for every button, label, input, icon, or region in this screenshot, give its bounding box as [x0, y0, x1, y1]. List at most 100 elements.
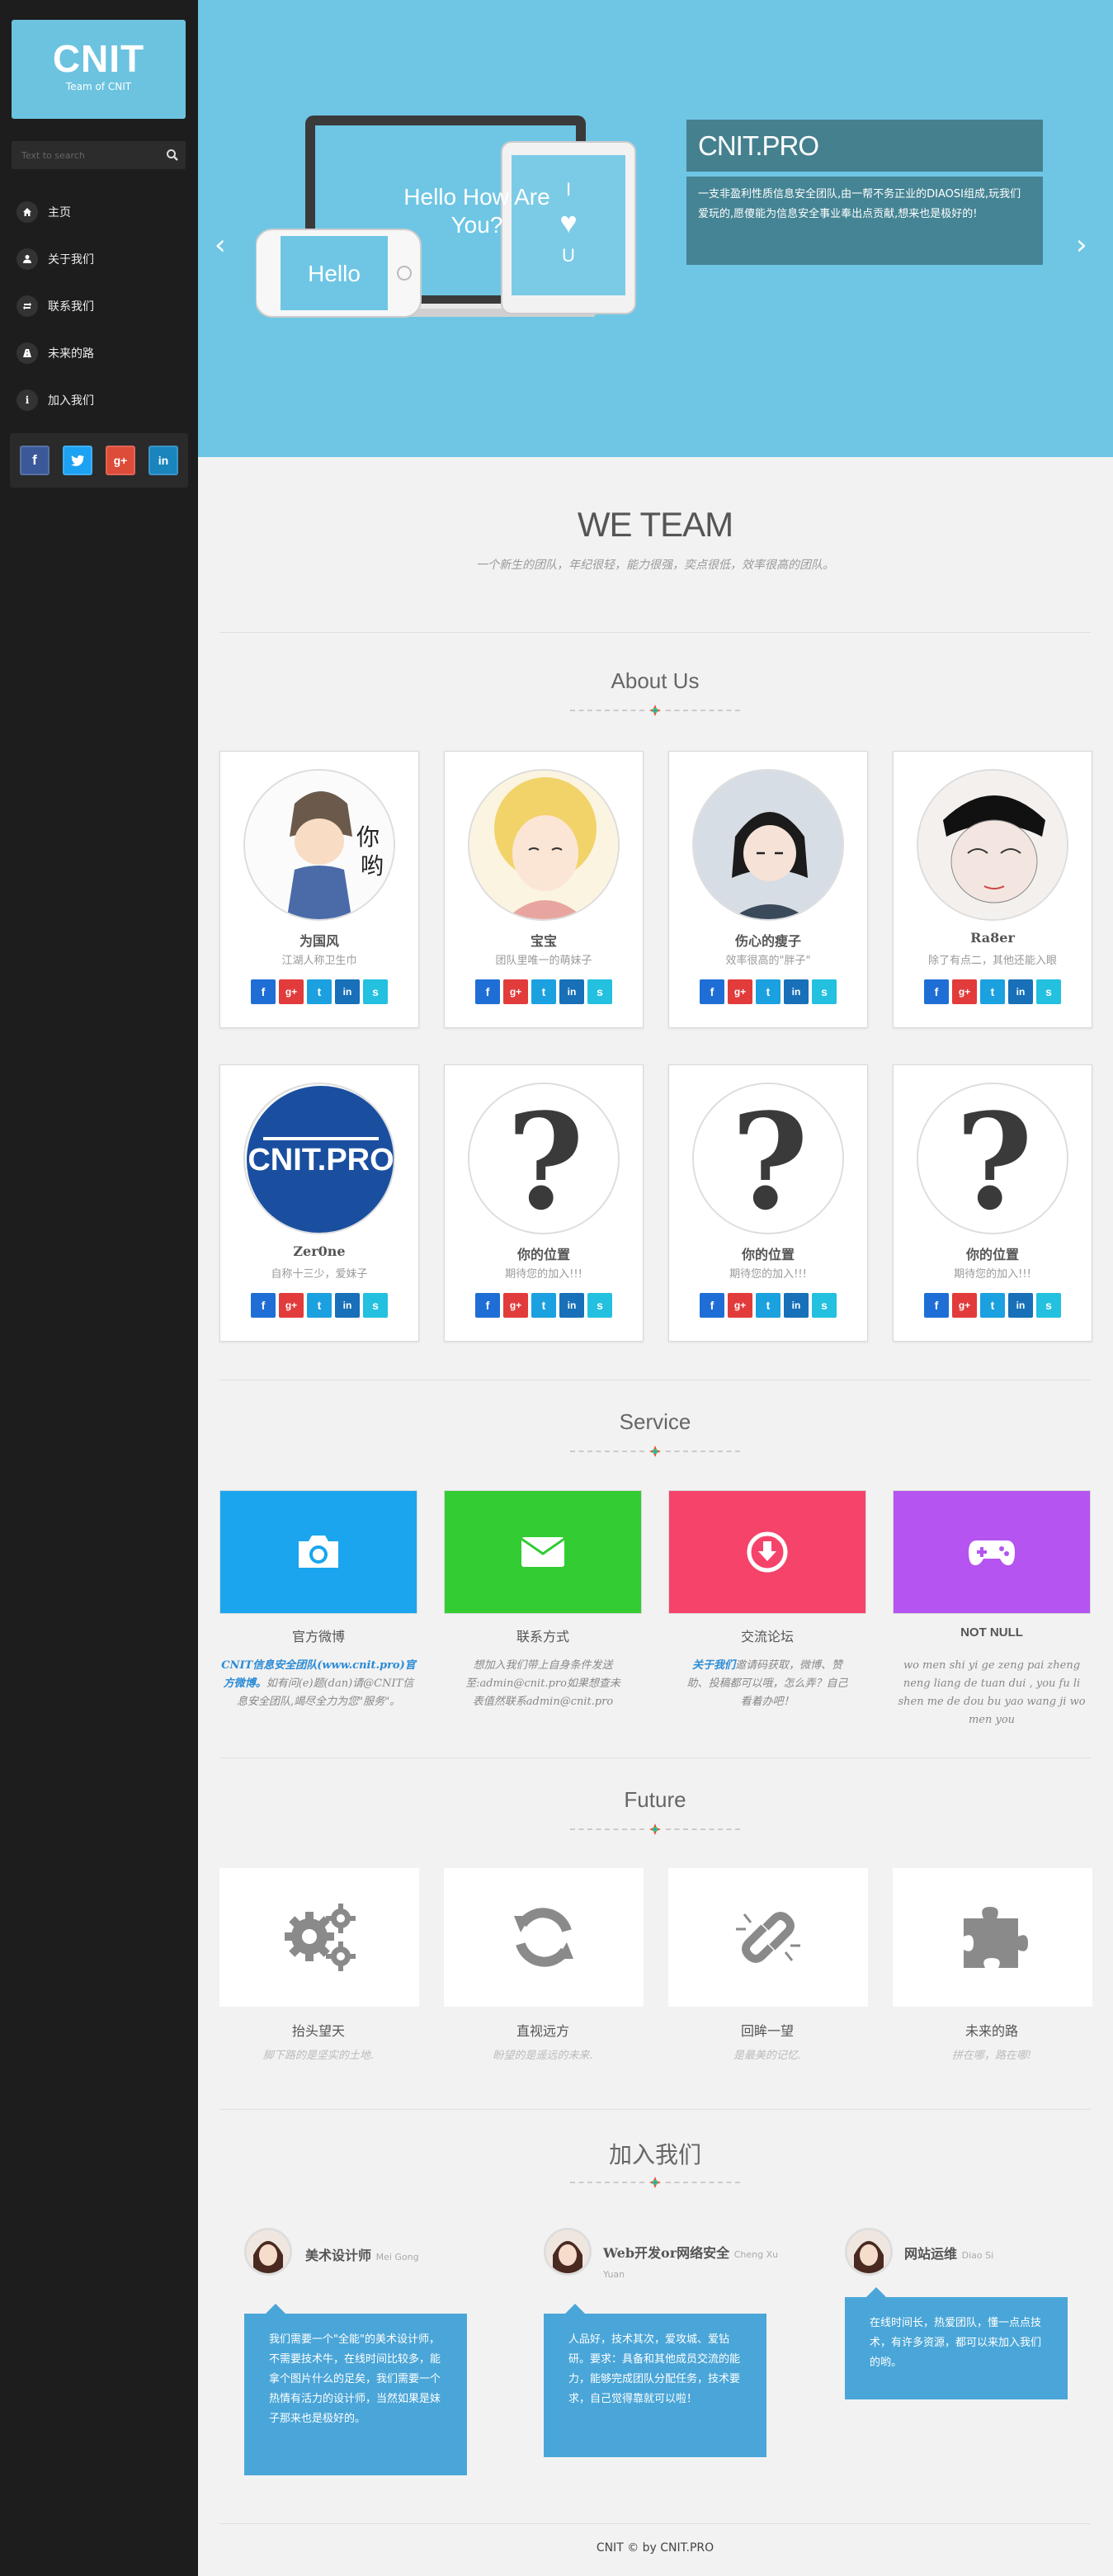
search-icon[interactable] — [166, 149, 179, 162]
nav-item-about[interactable]: 关于我们 — [0, 235, 198, 282]
avatar — [845, 2228, 893, 2276]
google-plus-icon[interactable]: g+ — [728, 979, 752, 1004]
google-plus-icon[interactable]: g+ — [728, 1293, 752, 1318]
linkedin-icon[interactable]: in — [335, 979, 360, 1004]
service-tile-notnull[interactable] — [893, 1490, 1091, 1614]
join-header: 加入我们 — [219, 2137, 1091, 2188]
service-tile-weibo[interactable] — [219, 1490, 417, 1614]
team-card: Ra8er 除了有点二，其他还能入眼 f g+ t in s — [893, 751, 1092, 1028]
section-ornament — [219, 705, 1091, 716]
skype-icon[interactable]: s — [812, 979, 837, 1004]
facebook-icon[interactable]: f — [20, 446, 50, 475]
twitter-icon[interactable]: t — [531, 979, 556, 1004]
google-plus-icon[interactable]: g+ — [503, 1293, 528, 1318]
linkedin-icon[interactable]: in — [559, 1293, 584, 1318]
nav-item-home[interactable]: 主页 — [0, 188, 198, 235]
question-mark-avatar: ? — [468, 1083, 620, 1234]
search-input[interactable] — [12, 141, 160, 169]
service-text-link[interactable]: 关于我们 — [692, 1659, 735, 1672]
skype-icon[interactable]: s — [812, 1293, 837, 1318]
future-sub-3: 是最美的记忆. — [733, 2050, 802, 2062]
twitter-icon[interactable] — [63, 446, 92, 475]
service-tile-contact[interactable] — [444, 1490, 642, 1614]
heart-icon: ♥ — [559, 205, 578, 239]
linkedin-icon[interactable]: in — [149, 446, 178, 475]
home-icon — [17, 201, 38, 223]
skype-icon[interactable]: s — [1036, 979, 1061, 1004]
logo[interactable]: CNIT Team of CNIT — [12, 20, 186, 119]
join-description: 我们需要一个"全能"的美术设计师，不需要技术牛，在线时间比较多，能拿个图片什么的… — [244, 2304, 467, 2475]
facebook-icon[interactable]: f — [475, 1293, 500, 1318]
linkedin-icon[interactable]: in — [335, 1293, 360, 1318]
skype-icon[interactable]: s — [587, 979, 612, 1004]
svg-text:哟: 哟 — [361, 852, 384, 880]
google-plus-icon[interactable]: g+ — [952, 1293, 977, 1318]
future-sub-1: 脚下路的是坚实的土地. — [262, 2050, 375, 2062]
member-social: f g+ t in s — [220, 1293, 418, 1318]
linkedin-icon[interactable]: in — [1008, 979, 1033, 1004]
google-plus-icon[interactable]: g+ — [952, 979, 977, 1004]
nav-item-future[interactable]: 未来的路 — [0, 329, 198, 376]
twitter-icon[interactable]: t — [756, 979, 781, 1004]
member-desc: 江湖人称卫生巾 — [281, 955, 357, 967]
twitter-icon[interactable]: t — [307, 1293, 332, 1318]
google-plus-icon[interactable]: g+ — [503, 979, 528, 1004]
service-text-forum: 关于我们邀请码获取，微博、赞助、投稿都可以哦，怎么弄？自己看着办吧！ — [668, 1657, 866, 1711]
sidebar-social: f g+ in — [10, 433, 188, 488]
svg-text:?: ? — [731, 1084, 809, 1234]
join-role: 网站运维 Diao Si — [904, 2243, 993, 2262]
google-plus-icon[interactable]: g+ — [106, 446, 135, 475]
nav-label: 未来的路 — [48, 347, 94, 361]
about-title: About Us — [611, 668, 700, 693]
facebook-icon[interactable]: f — [251, 1293, 276, 1318]
join-role-label: 网站运维 — [904, 2246, 958, 2262]
future-sub-4: 拼在哪，路在哪! — [951, 2050, 1032, 2062]
svg-text:CNIT.PRO: CNIT.PRO — [248, 1143, 394, 1177]
google-plus-icon[interactable]: g+ — [279, 979, 304, 1004]
slider-prev-arrow[interactable]: ‹ — [215, 231, 226, 259]
nav-label: 加入我们 — [48, 394, 94, 408]
facebook-icon[interactable]: f — [475, 979, 500, 1004]
future-sub-2: 盼望的是遥远的未来. — [493, 2050, 593, 2062]
tablet-screen-text: I ♥ U — [512, 173, 625, 272]
twitter-icon[interactable]: t — [307, 979, 332, 1004]
facebook-icon[interactable]: f — [924, 979, 949, 1004]
nav-item-contact[interactable]: 联系我们 — [0, 282, 198, 329]
twitter-icon[interactable]: t — [756, 1293, 781, 1318]
skype-icon[interactable]: s — [363, 979, 388, 1004]
twitter-icon[interactable]: t — [531, 1293, 556, 1318]
facebook-icon[interactable]: f — [924, 1293, 949, 1318]
hero-text: 一支非盈利性质信息安全团队,由一帮不务正业的DIAOSI组成,玩我们爱玩的,愿傻… — [686, 177, 1043, 265]
service-title-contact: 联系方式 — [516, 1629, 569, 1644]
twitter-icon[interactable]: t — [980, 979, 1005, 1004]
download-icon — [747, 1531, 788, 1573]
we-team-header: WE TEAM 一个新生的团队，年纪很轻，能力很强，奕点很低，效率很高的团队。 — [219, 505, 1091, 573]
skype-icon[interactable]: s — [587, 1293, 612, 1318]
linkedin-icon[interactable]: in — [784, 1293, 809, 1318]
future-header: Future — [219, 1787, 1091, 1837]
linkedin-icon[interactable]: in — [1008, 1293, 1033, 1318]
we-team-title: WE TEAM — [577, 505, 733, 544]
logo-subtitle: Team of CNIT — [65, 81, 132, 92]
user-icon — [17, 248, 38, 270]
skype-icon[interactable]: s — [363, 1293, 388, 1318]
facebook-icon[interactable]: f — [251, 979, 276, 1004]
cartoon-boy-avatar — [692, 769, 844, 921]
twitter-icon[interactable]: t — [980, 1293, 1005, 1318]
skype-icon[interactable]: s — [1036, 1293, 1061, 1318]
member-desc: 团队里唯一的萌妹子 — [495, 955, 592, 967]
join-item: Web开发or网络安全 Cheng Xu Yuan 人品好，技术其次，爱攻城、爱… — [544, 2228, 791, 2467]
service-tile-forum[interactable] — [668, 1490, 866, 1614]
nav-item-join[interactable]: i 加入我们 — [0, 376, 198, 423]
slider-next-arrow[interactable]: › — [1076, 231, 1087, 259]
tablet-line-i: I — [565, 179, 572, 200]
about-header: About Us — [219, 668, 1091, 718]
facebook-icon[interactable]: f — [700, 979, 724, 1004]
facebook-icon[interactable]: f — [700, 1293, 724, 1318]
linkedin-icon[interactable]: in — [784, 979, 809, 1004]
cnit-logo-avatar: CNIT.PRO — [243, 1083, 395, 1234]
join-role-label: 美术设计师 — [305, 2248, 372, 2263]
join-title: 加入我们 — [608, 2141, 701, 2168]
google-plus-icon[interactable]: g+ — [279, 1293, 304, 1318]
linkedin-icon[interactable]: in — [559, 979, 584, 1004]
